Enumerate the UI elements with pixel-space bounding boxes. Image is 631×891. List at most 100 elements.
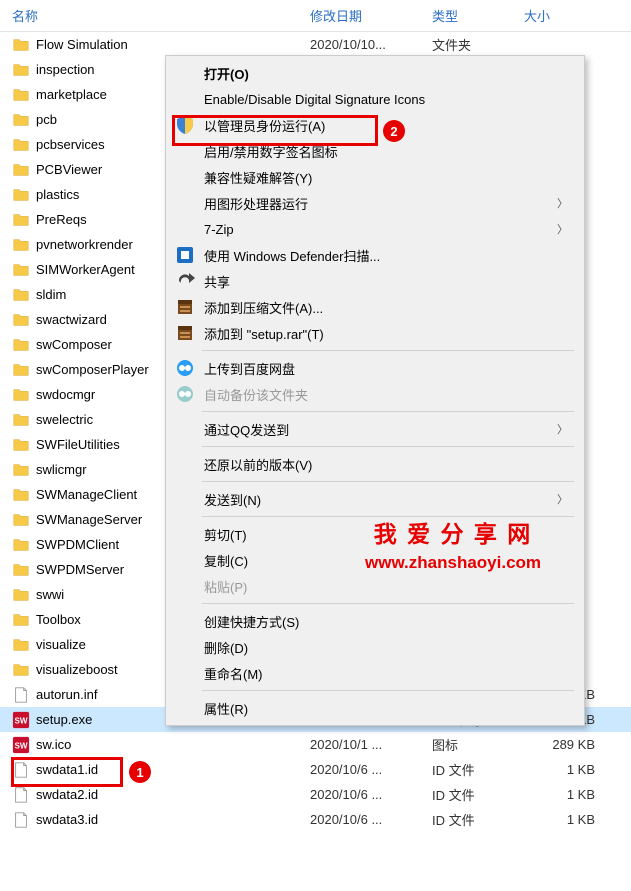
chevron-right-icon: 〉 [557,421,568,437]
file-size: 1 KB [524,762,607,777]
col-size[interactable]: 大小 [524,6,619,25]
col-type[interactable]: 类型 [432,6,524,25]
folder-icon [12,536,30,554]
chevron-right-icon: 〉 [557,221,568,237]
menu-separator [202,481,574,482]
folder-icon [12,611,30,629]
doc-icon [12,761,30,779]
context-menu: 打开(O) Enable/Disable Digital Signature I… [165,55,585,726]
file-type: ID 文件 [432,810,524,829]
folder-icon [12,111,30,129]
menu-toggle-signature-cn[interactable]: 启用/禁用数字签名图标 [168,138,582,164]
menu-defender-scan[interactable]: 使用 Windows Defender扫描... [168,242,582,268]
file-size: 289 KB [524,737,607,752]
folder-icon [12,386,30,404]
folder-icon [12,236,30,254]
rar-icon [175,297,195,317]
folder-icon [12,436,30,454]
menu-separator [202,350,574,351]
folder-icon [12,86,30,104]
menu-create-shortcut[interactable]: 创建快捷方式(S) [168,608,582,634]
menu-rename[interactable]: 重命名(M) [168,660,582,686]
folder-icon [12,411,30,429]
file-row[interactable]: SWsw.ico2020/10/1 ...图标289 KB [0,732,631,757]
folder-icon [12,586,30,604]
file-row[interactable]: Flow Simulation2020/10/10...文件夹 [0,32,631,57]
doc-icon [12,811,30,829]
annotation-badge-2: 2 [383,120,405,142]
folder-icon [12,136,30,154]
col-date[interactable]: 修改日期 [310,6,432,25]
folder-icon [12,461,30,479]
menu-separator [202,690,574,691]
folder-icon [12,311,30,329]
menu-cut[interactable]: 剪切(T) [168,521,582,547]
folder-icon [12,36,30,54]
baidu-icon [175,384,195,404]
menu-qq-send[interactable]: 通过QQ发送到〉 [168,416,582,442]
menu-auto-backup: 自动备份该文件夹 [168,381,582,407]
chevron-right-icon: 〉 [557,491,568,507]
file-row[interactable]: swdata3.id2020/10/6 ...ID 文件1 KB [0,807,631,832]
file-name: swdata1.id [36,762,310,777]
folder-icon [12,286,30,304]
svg-text:SW: SW [14,716,27,725]
folder-icon [12,61,30,79]
menu-share[interactable]: 共享 [168,268,582,294]
menu-compatibility-troubleshoot[interactable]: 兼容性疑难解答(Y) [168,164,582,190]
menu-baidu-upload[interactable]: 上传到百度网盘 [168,355,582,381]
menu-rar-setup[interactable]: 添加到 "setup.rar"(T) [168,320,582,346]
file-row[interactable]: swdata2.id2020/10/6 ...ID 文件1 KB [0,782,631,807]
doc-icon [12,686,30,704]
file-size: 1 KB [524,812,607,827]
menu-separator [202,603,574,604]
menu-properties[interactable]: 属性(R) [168,695,582,721]
menu-delete[interactable]: 删除(D) [168,634,582,660]
file-type: ID 文件 [432,785,524,804]
menu-rar-add[interactable]: 添加到压缩文件(A)... [168,294,582,320]
file-name: swdata2.id [36,787,310,802]
menu-run-as-admin[interactable]: 以管理员身份运行(A) [168,112,582,138]
menu-open[interactable]: 打开(O) [168,60,582,86]
menu-separator [202,411,574,412]
folder-icon [12,361,30,379]
share-icon [175,271,195,291]
svg-text:SW: SW [14,741,27,750]
menu-paste: 粘贴(P) [168,573,582,599]
annotation-badge-1: 1 [129,761,151,783]
doc-icon [12,786,30,804]
menu-separator [202,446,574,447]
menu-separator [202,516,574,517]
folder-icon [12,186,30,204]
menu-toggle-signature-icons[interactable]: Enable/Disable Digital Signature Icons [168,86,582,112]
menu-7zip[interactable]: 7-Zip〉 [168,216,582,242]
shield-icon [175,115,195,135]
file-row[interactable]: swdata1.id2020/10/6 ...ID 文件1 KB [0,757,631,782]
menu-run-with-gpu[interactable]: 用图形处理器运行〉 [168,190,582,216]
file-type: 文件夹 [432,35,524,54]
folder-icon [12,261,30,279]
defender-icon [175,245,195,265]
file-date: 2020/10/6 ... [310,812,432,827]
sw-icon: SW [12,711,30,729]
chevron-right-icon: 〉 [557,195,568,211]
file-name: swdata3.id [36,812,310,827]
file-date: 2020/10/6 ... [310,762,432,777]
menu-restore-previous[interactable]: 还原以前的版本(V) [168,451,582,477]
file-date: 2020/10/10... [310,37,432,52]
file-size: 1 KB [524,787,607,802]
folder-icon [12,636,30,654]
file-type: ID 文件 [432,760,524,779]
menu-copy[interactable]: 复制(C) [168,547,582,573]
sw-icon: SW [12,736,30,754]
folder-icon [12,161,30,179]
rar-icon [175,323,195,343]
folder-icon [12,336,30,354]
folder-icon [12,486,30,504]
baidu-icon [175,358,195,378]
folder-icon [12,511,30,529]
col-name[interactable]: 名称 [0,6,310,25]
file-date: 2020/10/6 ... [310,787,432,802]
file-date: 2020/10/1 ... [310,737,432,752]
menu-send-to[interactable]: 发送到(N)〉 [168,486,582,512]
